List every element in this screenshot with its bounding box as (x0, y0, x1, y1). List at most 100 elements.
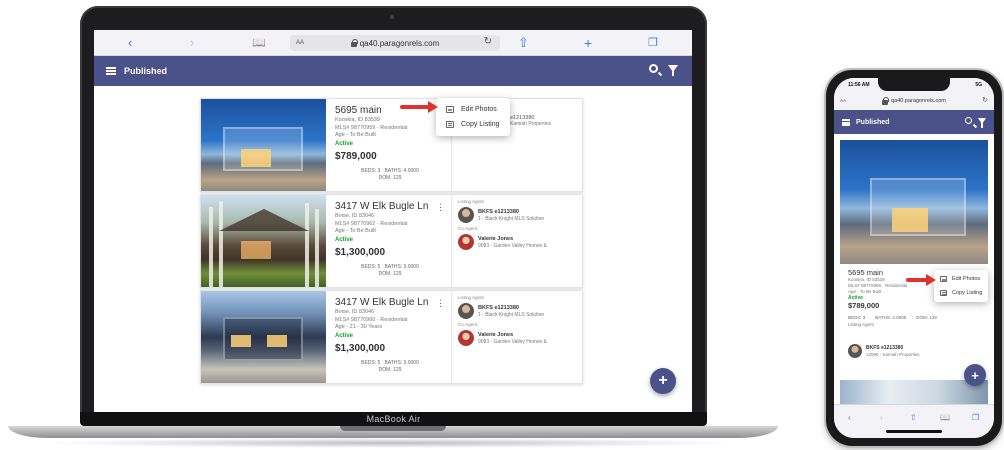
search-icon[interactable] (965, 117, 972, 124)
listing-photo[interactable] (201, 195, 326, 287)
listing-address[interactable]: 3417 W Elk Bugle Ln (335, 201, 445, 213)
annotation-arrow (400, 101, 438, 113)
filter-icon[interactable] (978, 117, 986, 128)
lock-icon (882, 96, 890, 105)
listing-age: Age - 21 - 30 Years (335, 324, 383, 330)
copy-icon (940, 290, 947, 296)
laptop-shadow (40, 438, 740, 448)
agent-name: BKFS e1213380 (478, 208, 519, 215)
agent-org: 9083 - Garden Valley Homes & (478, 338, 547, 345)
copy-listing-menu-item[interactable]: Copy Listing (934, 286, 988, 300)
hamburger-menu-icon[interactable] (106, 67, 116, 75)
search-icon[interactable] (649, 64, 658, 73)
app-header: Published (94, 56, 692, 86)
reload-icon[interactable]: ↻ (982, 96, 988, 104)
listing-agent[interactable]: BKFS e1213380 1 - Black Knight MLS Solut… (458, 303, 576, 319)
agent-org-partial: Kamiah Properties (510, 121, 552, 127)
share-icon[interactable]: ⇧ (910, 413, 917, 422)
more-options-icon[interactable]: ⋮ (436, 203, 445, 212)
listing-city: Kooskia, ID 83539 (335, 117, 380, 123)
book-icon[interactable]: 📖 (940, 413, 950, 422)
listing-card[interactable]: 5695 main Kooskia, ID 83539 MLS# 9877095… (200, 98, 583, 192)
add-listing-button[interactable]: + (964, 364, 986, 386)
avatar (458, 303, 474, 319)
home-indicator (886, 430, 942, 433)
listing-photo[interactable] (201, 291, 326, 383)
avatar (848, 344, 862, 358)
edit-photos-menu-item[interactable]: Edit Photos (934, 272, 988, 286)
header-actions (649, 64, 678, 76)
listing-stats: BEDS: 3 BATHS: 4.0000 DOM: 129 (848, 315, 988, 320)
agent-org: 1 - Black Knight MLS Solution (478, 311, 545, 318)
edit-photos-label: Edit Photos (461, 106, 497, 113)
beds-value: BEDS: 3 (361, 167, 381, 174)
filter-icon[interactable] (668, 65, 678, 76)
edit-photos-menu-item[interactable]: Edit Photos (436, 102, 510, 117)
house-roof (219, 209, 309, 231)
status-time: 11:56 AM (848, 82, 870, 88)
more-options-icon[interactable]: ⋮ (436, 299, 445, 308)
share-icon[interactable]: ⇧ (518, 35, 529, 51)
dom-value: DOM: 129 (378, 174, 402, 181)
copy-listing-menu-item[interactable]: Copy Listing (436, 117, 510, 132)
co-agent-caption: Co-Agent (458, 226, 478, 231)
co-agent[interactable]: Valerie Jones 9083 - Garden Valley Homes… (458, 234, 576, 250)
co-agent[interactable]: Valerie Jones 9083 - Garden Valley Homes… (458, 330, 576, 346)
listing-agent[interactable]: BKFS e1213380 1 - Black Knight MLS Solut… (458, 207, 576, 223)
add-listing-button[interactable]: + (650, 368, 676, 394)
agent-org: 9083 - Garden Valley Homes & (478, 242, 547, 249)
tree-trunk (209, 207, 213, 287)
photo-edit-icon (940, 276, 947, 282)
listing-address[interactable]: 3417 W Elk Bugle Ln (335, 297, 445, 309)
book-icon[interactable]: 📖 (252, 35, 266, 51)
phone-screen: 11:56 AM 5G AA qa40.paragonrels.com ↻ Pu… (834, 78, 994, 438)
hamburger-menu-icon[interactable] (842, 118, 850, 126)
baths-value: BATHS: 3.0000 (384, 359, 419, 366)
listing-photo[interactable] (840, 140, 988, 264)
agents-panel: Listing Agent BKFS e1213380 1 - Black Kn… (451, 291, 582, 383)
reader-aa-button[interactable]: AA (296, 40, 304, 46)
beds-value: BEDS: 5 (361, 359, 381, 366)
tabs-icon[interactable]: ❐ (972, 413, 979, 422)
chevron-left-icon[interactable]: ‹ (848, 413, 851, 422)
next-listing-photo[interactable] (840, 380, 988, 404)
edit-photos-label: Edit Photos (952, 276, 981, 282)
agent-name: Valerie Jones (478, 235, 514, 242)
chevron-right-icon[interactable]: › (190, 35, 194, 51)
address-bar[interactable]: AA qa40.paragonrels.com ↻ (290, 35, 500, 51)
chevron-right-icon[interactable]: › (880, 413, 883, 422)
listing-city: Boise, ID 83646 (335, 213, 375, 219)
listing-card[interactable]: 3417 W Elk Bugle Ln Boise, ID 83646 MLS#… (200, 290, 583, 384)
listing-agent[interactable]: BKFS e1213380 12590 - Kamiah Properties (848, 344, 920, 358)
house-light (241, 241, 271, 259)
beds-value: BEDS: 3 (848, 315, 866, 320)
house-light (241, 149, 271, 167)
phone-address-bar[interactable]: AA qa40.paragonrels.com ↻ (834, 92, 994, 110)
browser-toolbar: ‹ › 📖 AA qa40.paragonrels.com ↻ ⇧ + ❐ (94, 30, 692, 56)
listing-card[interactable]: 3417 W Elk Bugle Ln Boise, ID 83646 MLS#… (200, 194, 583, 288)
chevron-left-icon[interactable]: ‹ (128, 35, 132, 51)
listing-photo[interactable] (201, 99, 326, 191)
listing-mls: MLS# 98770962 · Residential (335, 220, 408, 227)
tabs-icon[interactable]: ❐ (648, 35, 658, 51)
listing-agent-caption: Listing Agent (848, 322, 874, 327)
plus-icon[interactable]: + (584, 35, 592, 51)
house-light (892, 208, 928, 232)
baths-value: BATHS: 4.0000 (384, 167, 419, 174)
arrow-shaft (906, 278, 928, 282)
status-signal: 5G (975, 82, 982, 88)
dom-value: DOM: 129 (378, 270, 402, 277)
listing-age: Age - To Be Built (335, 132, 376, 138)
annotation-arrow (906, 274, 936, 286)
listing-price: $789,000 (848, 301, 880, 310)
reader-aa-button[interactable]: AA (840, 98, 846, 103)
agent-name: BKFS e1213380 (866, 344, 904, 351)
listing-context-menu: Edit Photos Copy Listing (934, 270, 989, 302)
listing-agent-caption: Listing Agent (458, 199, 484, 204)
dom-value: DOM: 129 (378, 366, 402, 373)
agents-panel: Listing Agent BKFS e1213380 1 - Black Kn… (451, 195, 582, 287)
reload-icon[interactable]: ↻ (484, 36, 492, 47)
listing-mls: MLS# 98770960 · Residential (335, 316, 408, 323)
laptop-brand-label: MacBook Air (366, 414, 421, 424)
phone-notch (878, 78, 950, 91)
